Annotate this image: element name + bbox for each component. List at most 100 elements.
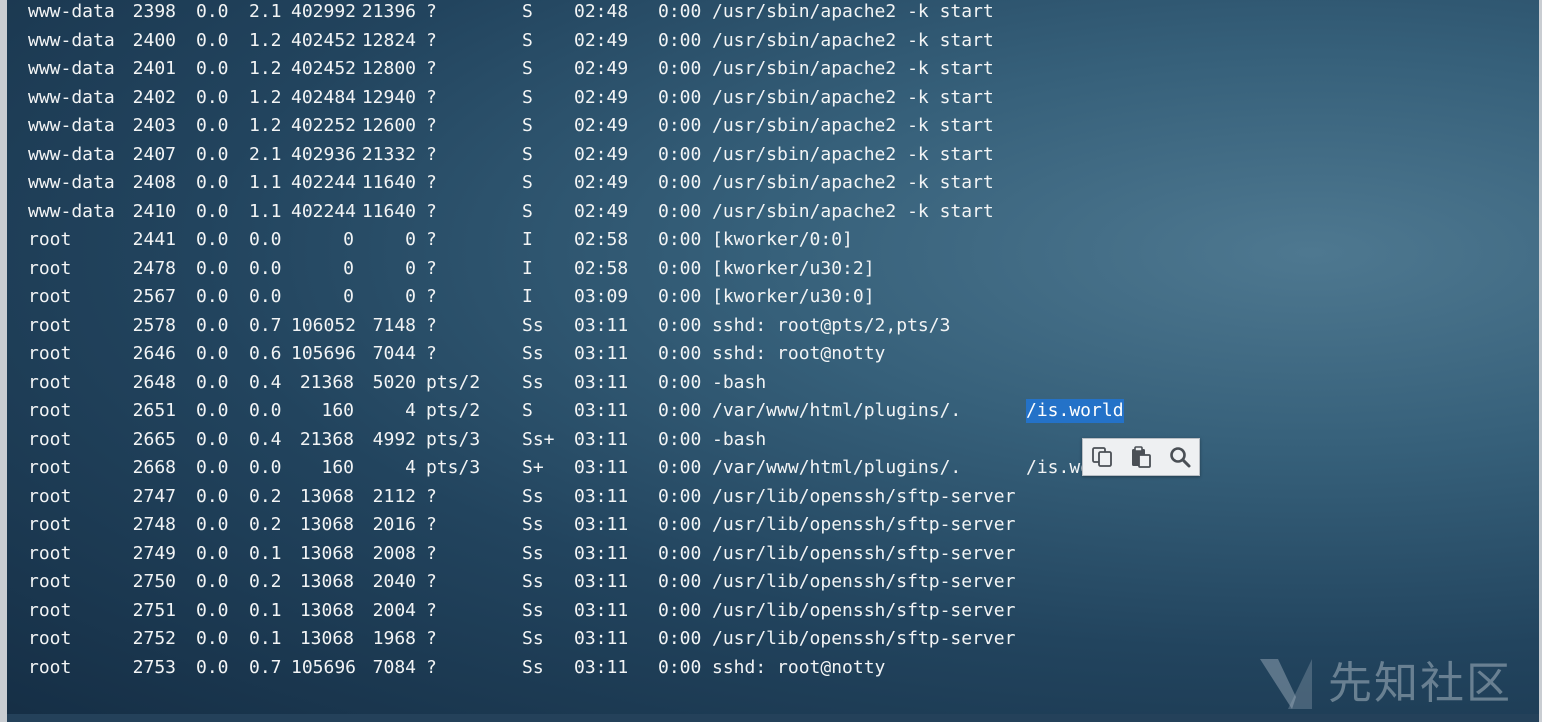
process-row[interactable]: root 2578 0.0 0.7 106052 7148? Ss 03:11 0:00 sshd… xyxy=(0,314,1300,342)
process-row[interactable]: www-data 2401 0.0 1.2 402452 12800? S 02:49 0:00… xyxy=(0,57,1300,85)
tty-cell: pts/2 xyxy=(426,400,481,421)
process-row[interactable]: root 2750 0.0 0.2 13068 2040? Ss 03:11 0:00/usr/… xyxy=(0,570,1300,598)
pid-cell: 2441 xyxy=(132,229,176,250)
cpu-cell: 0.0 xyxy=(196,343,229,364)
cpu-cell: 0.0 xyxy=(196,115,229,136)
pid-cell: 2646 xyxy=(132,343,176,364)
user-cell: www-data xyxy=(28,172,115,193)
command-cell: [kworker/0:0] xyxy=(712,229,853,250)
cpu-cell: 0.0 xyxy=(196,29,229,51)
process-row[interactable]: root 2648 0.0 0.4 21368 5020 pts/2 Ss 03:11 0:00-… xyxy=(0,371,1300,399)
mem-cell: 1.1 xyxy=(249,172,282,193)
command-cell: /usr/sbin/apache2 -k start xyxy=(712,200,994,222)
time-cell: 0:00 xyxy=(658,143,702,165)
rss-cell: 2016 xyxy=(372,514,416,535)
tty-cell: ? xyxy=(426,58,437,79)
tty-cell: ? xyxy=(426,29,437,51)
copy-icon[interactable] xyxy=(1087,442,1117,472)
tty-cell: pts/3 xyxy=(426,428,481,450)
selection-context-popup[interactable] xyxy=(1082,438,1200,476)
process-row[interactable]: root 2748 0.0 0.2 13068 2016? Ss 03:11 0:00/usr/… xyxy=(0,513,1300,541)
cpu-cell: 0.0 xyxy=(196,428,229,450)
tty-cell: ? xyxy=(426,599,437,621)
time-cell: 0:00 xyxy=(658,229,702,250)
process-row[interactable]: www-data 2408 0.0 1.1 402244 11640? S 02:49 0:00… xyxy=(0,171,1300,199)
mem-cell: 0.0 xyxy=(249,457,282,478)
vsz-cell: 402252 xyxy=(291,115,357,136)
bottom-bar xyxy=(7,714,1539,722)
cpu-cell: 0.0 xyxy=(196,400,229,421)
stat-cell: Ss xyxy=(522,571,544,592)
mem-cell: 0.0 xyxy=(249,400,282,421)
rss-cell: 5020 xyxy=(372,371,416,393)
process-row[interactable]: root 2441 0.0 0.0 0 0? I 02:58 0:00 [kworker/0:0] xyxy=(0,228,1300,256)
command-cell: /var/www/html/plugins/. xyxy=(712,400,962,421)
start-cell: 03:11 xyxy=(574,400,629,421)
stat-cell: Ss+ xyxy=(522,428,555,450)
process-row[interactable]: root 2646 0.0 0.6 105696 7044? Ss 03:11 0:00 sshd… xyxy=(0,342,1300,370)
mem-cell: 1.2 xyxy=(249,58,282,79)
start-cell: 03:09 xyxy=(574,286,629,307)
pid-cell: 2750 xyxy=(132,571,176,592)
command-cell: /usr/lib/openssh/sftp-server xyxy=(712,542,1016,564)
time-cell: 0:00 xyxy=(658,29,702,51)
process-row[interactable]: root 2651 0.0 0.0 160 4 pts/2 S 03:11 0:00/var/ww… xyxy=(0,399,1300,427)
selected-text[interactable]: /is.world xyxy=(1026,399,1124,423)
vsz-cell: 402452 xyxy=(291,29,357,51)
process-row[interactable]: www-data 2400 0.0 1.2 402452 12824? S 02:49 0:00… xyxy=(0,29,1300,57)
process-row[interactable]: root 2753 0.0 0.7 105696 7084? Ss 03:11 0:00 sshd… xyxy=(0,656,1300,684)
command-cell: -bash xyxy=(712,371,767,393)
process-row[interactable]: root 2751 0.0 0.1 13068 2004? Ss 03:11 0:00/usr/… xyxy=(0,599,1300,627)
vsz-cell: 402452 xyxy=(291,58,357,79)
process-row[interactable]: www-data 2402 0.0 1.2 402484 12940? S 02:49 0:00… xyxy=(0,86,1300,114)
process-row[interactable]: root 2747 0.0 0.2 13068 2112? Ss 03:11 0:00/usr/… xyxy=(0,485,1300,513)
user-cell: root xyxy=(28,542,72,564)
terminal-window[interactable]: www-data 2398 0.0 2.1 402992 21396? S 02:48 0:00… xyxy=(0,0,1542,722)
tty-cell: ? xyxy=(426,257,437,279)
rss-cell: 4 xyxy=(405,400,416,421)
user-cell: root xyxy=(28,514,72,535)
time-cell: 0:00 xyxy=(658,571,702,592)
pid-cell: 2478 xyxy=(132,257,176,279)
process-row[interactable]: www-data 2410 0.0 1.1 402244 11640? S 02:49 0:00… xyxy=(0,200,1300,228)
tty-cell: ? xyxy=(426,115,437,136)
process-row[interactable]: www-data 2398 0.0 2.1 402992 21396? S 02:48 0:00… xyxy=(0,0,1300,28)
process-row[interactable]: root 2478 0.0 0.0 0 0? I 02:58 0:00 [kworker/u30:… xyxy=(0,257,1300,285)
user-cell: root xyxy=(28,343,72,364)
command-cell: /usr/sbin/apache2 -k start xyxy=(712,29,994,51)
user-cell: root xyxy=(28,314,72,336)
process-row[interactable]: root 2567 0.0 0.0 0 0? I 03:09 0:00 [kworker/u30:… xyxy=(0,285,1300,313)
cpu-cell: 0.0 xyxy=(196,457,229,478)
rss-cell: 4992 xyxy=(372,428,416,450)
tty-cell: ? xyxy=(426,514,437,535)
pid-cell: 2648 xyxy=(132,371,176,393)
rss-cell: 2040 xyxy=(372,571,416,592)
stat-cell: Ss xyxy=(522,599,544,621)
mem-cell: 1.2 xyxy=(249,86,282,108)
rss-cell: 0 xyxy=(405,286,416,307)
rss-cell: 12800 xyxy=(361,58,416,79)
cpu-cell: 0.0 xyxy=(196,1,229,22)
user-cell: root xyxy=(28,257,72,279)
rss-cell: 7044 xyxy=(372,343,416,364)
vsz-cell: 13068 xyxy=(299,542,354,564)
vsz-cell: 402244 xyxy=(291,172,357,193)
process-row[interactable]: root 2752 0.0 0.1 13068 1968? Ss 03:11 0:00/usr/… xyxy=(0,627,1300,655)
vsz-cell: 105696 xyxy=(291,656,357,678)
stat-cell: I xyxy=(522,286,533,307)
time-cell: 0:00 xyxy=(658,514,702,535)
vsz-cell: 402484 xyxy=(291,86,357,108)
process-row[interactable]: root 2749 0.0 0.1 13068 2008? Ss 03:11 0:00/usr/… xyxy=(0,542,1300,570)
process-row[interactable]: www-data 2403 0.0 1.2 402252 12600? S 02:49 0:00… xyxy=(0,114,1300,142)
pid-cell: 2410 xyxy=(132,200,176,222)
mem-cell: 0.2 xyxy=(249,571,282,592)
paste-icon[interactable] xyxy=(1126,442,1156,472)
tty-cell: ? xyxy=(426,314,437,336)
time-cell: 0:00 xyxy=(658,628,702,649)
mem-cell: 1.2 xyxy=(249,115,282,136)
process-row[interactable]: www-data 2407 0.0 2.1 402936 21332? S 02:49 0:00… xyxy=(0,143,1300,171)
search-icon[interactable] xyxy=(1165,442,1195,472)
time-cell: 0:00 xyxy=(658,542,702,564)
user-cell: www-data xyxy=(28,200,115,222)
command-cell: /usr/sbin/apache2 -k start xyxy=(712,1,994,22)
